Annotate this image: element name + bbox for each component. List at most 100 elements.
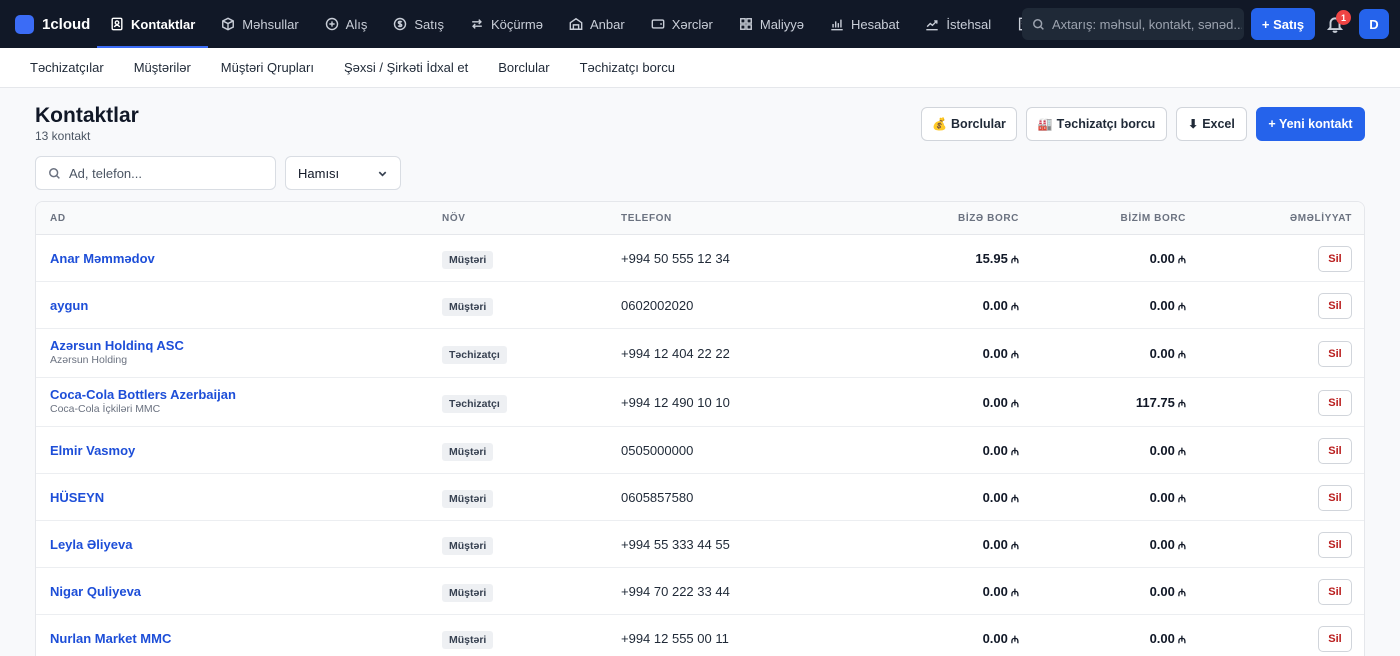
contact-type-badge: Müştəri (442, 251, 494, 269)
global-search-input[interactable] (1052, 16, 1242, 32)
contact-name-link[interactable]: Nigar Quliyeva (50, 584, 141, 599)
header-phone: TELEFON (621, 213, 672, 224)
contact-name-link[interactable]: HÜSEYN (50, 490, 104, 505)
nav-item-expenses[interactable]: Xərclər (638, 0, 726, 48)
contact-phone: +994 50 555 12 34 (621, 251, 730, 266)
contact-name-link[interactable]: Leyla Əliyeva (50, 537, 132, 552)
contact-phone: 0605857580 (621, 490, 694, 505)
owed-to-us-amount: 0.00 (982, 395, 1008, 410)
our-debt-value: 0.00 ₼ (1066, 298, 1186, 313)
contact-name-cell: aygun (50, 298, 88, 313)
bar-chart-icon (830, 17, 844, 31)
brand-name: 1cloud (42, 15, 91, 33)
money-bag-icon: 💰 (932, 117, 948, 131)
nav-item-production[interactable]: İstehsal (912, 0, 1004, 48)
contact-search-input[interactable] (69, 165, 269, 181)
delete-contact-button[interactable]: Sil (1318, 293, 1352, 319)
brand-logo-icon (15, 14, 34, 34)
table-row[interactable]: HÜSEYN Müştəri 0605857580 0.00 ₼ 0.00 ₼ Sil (36, 474, 1364, 521)
contact-type-badge: Müştəri (442, 537, 494, 555)
subnav-suppliers[interactable]: Təchizatçılar (15, 60, 119, 75)
contact-name-link[interactable]: aygun (50, 298, 88, 313)
brand[interactable]: 1cloud (0, 0, 97, 48)
owed-to-us-value: 0.00 ₼ (899, 395, 1019, 410)
table-row[interactable]: Azərsun Holdinq ASC Azərsun Holding Təchiz… (36, 329, 1364, 378)
table-row[interactable]: Coca-Cola Bottlers Azerbaijan Coca-Cola İ… (36, 378, 1364, 427)
subnav-debtors[interactable]: Borclular (483, 60, 564, 75)
contact-type-badge: Müştəri (442, 631, 494, 649)
delete-contact-button[interactable]: Sil (1318, 438, 1352, 464)
dollar-circle-icon (393, 17, 407, 31)
our-debt-value: 0.00 ₼ (1066, 584, 1186, 599)
nav-item-label: İstehsal (946, 16, 992, 32)
subnav-customers[interactable]: Müştərilər (119, 60, 206, 75)
type-filter-select[interactable]: Hamısı (285, 156, 401, 190)
table-row[interactable]: Anar Məmmədov Müştəri +994 50 555 12 34 15.… (36, 235, 1364, 282)
nav-item-finance[interactable]: Maliyyə (726, 0, 817, 48)
contact-name-link[interactable]: Anar Məmmədov (50, 251, 155, 266)
table-row[interactable]: Leyla Əliyeva Müştəri +994 55 333 44 55 0.0… (36, 521, 1364, 568)
contact-name-link[interactable]: Elmir Vasmoy (50, 443, 135, 458)
nav-item-warehouse[interactable]: Anbar (556, 0, 638, 48)
page-title: Kontaktlar (35, 104, 139, 127)
owed-to-us-value: 0.00 ₼ (899, 537, 1019, 552)
main-nav: Kontaktlar Məhsullar Alış Satış Köçürmə … (97, 0, 1025, 48)
global-search[interactable] (1022, 8, 1244, 40)
header-type: NÖV (442, 213, 466, 224)
contact-count: 13 kontakt (35, 129, 91, 143)
our-debt-value: 0.00 ₼ (1066, 443, 1186, 458)
nav-item-label: Satış (414, 16, 444, 32)
contact-phone: +994 55 333 44 55 (621, 537, 730, 552)
nav-item-purchase[interactable]: Alış (312, 0, 381, 48)
owed-to-us-amount: 0.00 (982, 443, 1008, 458)
contact-name-link[interactable]: Coca-Cola Bottlers Azerbaijan (50, 387, 236, 402)
subnav-customer-groups[interactable]: Müştəri Qrupları (206, 60, 329, 75)
owed-to-us-value: 15.95 ₼ (899, 251, 1019, 266)
currency-icon: ₼ (1177, 494, 1186, 505)
delete-contact-button[interactable]: Sil (1318, 579, 1352, 605)
nav-item-reports[interactable]: Hesabat (817, 0, 912, 48)
table-row[interactable]: aygun Müştəri 0602002020 0.00 ₼ 0.00 ₼ Sil (36, 282, 1364, 329)
nav-item-contacts[interactable]: Kontaktlar (97, 0, 209, 48)
nav-item-products[interactable]: Məhsullar (208, 0, 311, 48)
contact-search[interactable] (35, 156, 276, 190)
wallet-icon (651, 17, 665, 31)
header-actions: ƏMƏLİYYAT (1289, 213, 1352, 224)
table-header: AD NÖV TELEFON BİZƏ BORC BİZİM BORC ƏMƏL… (36, 202, 1364, 235)
table-row[interactable]: Elmir Vasmoy Müştəri 0505000000 0.00 ₼ 0.00 ₼ S… (36, 427, 1364, 474)
currency-icon: ₼ (1177, 302, 1186, 313)
currency-icon: ₼ (1010, 350, 1019, 361)
user-avatar[interactable]: D (1359, 9, 1389, 39)
nav-item-label: Hesabat (850, 16, 900, 32)
new-contact-button[interactable]: + Yeni kontakt (1256, 107, 1365, 141)
our-debt-value: 117.75 ₼ (1066, 395, 1186, 410)
delete-contact-button[interactable]: Sil (1318, 246, 1352, 272)
contact-name-link[interactable]: Azərsun Holdinq ASC (50, 338, 184, 353)
table-row[interactable]: Nurlan Market MMC Müştəri +994 12 555 00 1… (36, 615, 1364, 656)
delete-contact-button[interactable]: Sil (1318, 626, 1352, 652)
contact-name-cell: HÜSEYN (50, 490, 104, 505)
nav-item-transfer[interactable]: Köçürmə (457, 0, 556, 48)
contact-name-cell: Nigar Quliyeva (50, 584, 141, 599)
subnav-supplier-debt[interactable]: Təchizatçı borcu (565, 60, 690, 75)
delete-contact-button[interactable]: Sil (1318, 532, 1352, 558)
excel-export-button[interactable]: ⬇ Excel (1176, 107, 1247, 141)
debtors-button[interactable]: 💰 Borclular (921, 107, 1017, 141)
contact-name-link[interactable]: Nurlan Market MMC (50, 631, 171, 646)
nav-item-sales[interactable]: Satış (380, 0, 457, 48)
our-debt-value: 0.00 ₼ (1066, 537, 1186, 552)
owed-to-us-amount: 15.95 (975, 251, 1008, 266)
delete-contact-button[interactable]: Sil (1318, 485, 1352, 511)
subnav-import[interactable]: Şəxsi / Şirkəti İdxal et (329, 60, 483, 75)
contact-type-badge: Müştəri (442, 584, 494, 602)
owed-to-us-value: 0.00 ₼ (899, 346, 1019, 361)
table-row[interactable]: Nigar Quliyeva Müştəri +994 70 222 33 44 0.… (36, 568, 1364, 615)
new-sale-button[interactable]: + Satış (1251, 8, 1315, 40)
factory-icon: 🏭 (1037, 117, 1053, 131)
contact-name-cell: Nurlan Market MMC (50, 631, 171, 646)
supplier-debt-button[interactable]: 🏭 Təchizatçı borcu (1026, 107, 1167, 141)
delete-contact-button[interactable]: Sil (1318, 390, 1352, 416)
notifications-button[interactable]: 1 (1326, 10, 1351, 36)
delete-contact-button[interactable]: Sil (1318, 341, 1352, 367)
owed-to-us-amount: 0.00 (982, 490, 1008, 505)
